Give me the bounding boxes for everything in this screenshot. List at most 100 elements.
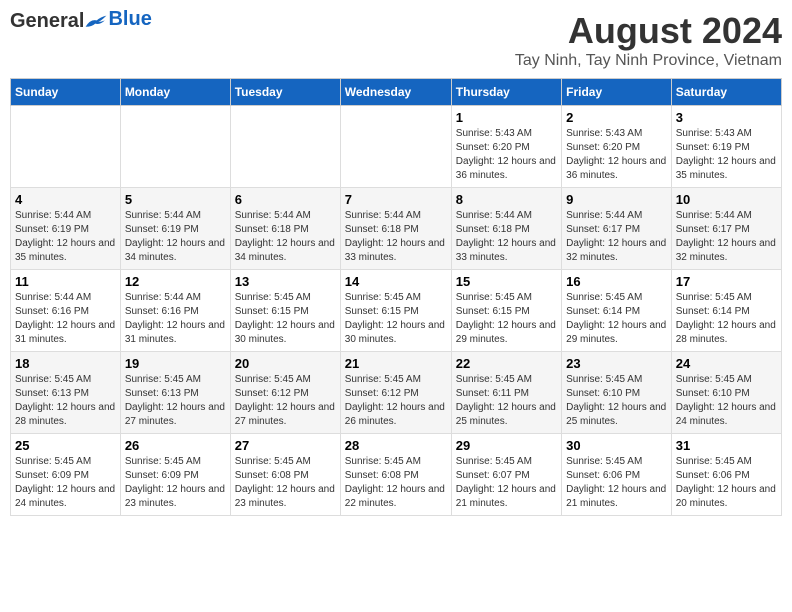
day-number: 13	[235, 274, 336, 289]
day-number: 18	[15, 356, 116, 371]
day-number: 9	[566, 192, 667, 207]
day-info: Sunrise: 5:43 AM Sunset: 6:20 PM Dayligh…	[456, 127, 557, 183]
day-info: Sunrise: 5:45 AM Sunset: 6:09 PM Dayligh…	[125, 455, 226, 511]
day-info: Sunrise: 5:45 AM Sunset: 6:06 PM Dayligh…	[566, 455, 667, 511]
day-info: Sunrise: 5:45 AM Sunset: 6:10 PM Dayligh…	[676, 373, 777, 429]
logo-bird-icon	[84, 12, 108, 32]
day-info: Sunrise: 5:45 AM Sunset: 6:10 PM Dayligh…	[566, 373, 667, 429]
calendar-header-thursday: Thursday	[451, 79, 561, 106]
day-number: 12	[125, 274, 226, 289]
calendar-header-wednesday: Wednesday	[340, 79, 451, 106]
calendar-cell: 11 Sunrise: 5:44 AM Sunset: 6:16 PM Dayli…	[11, 270, 121, 352]
calendar-cell: 2 Sunrise: 5:43 AM Sunset: 6:20 PM Daylig…	[562, 106, 672, 188]
day-number: 1	[456, 110, 557, 125]
day-info: Sunrise: 5:44 AM Sunset: 6:16 PM Dayligh…	[15, 291, 116, 347]
calendar-cell	[230, 106, 340, 188]
calendar-header-sunday: Sunday	[11, 79, 121, 106]
calendar-cell: 12 Sunrise: 5:44 AM Sunset: 6:16 PM Dayli…	[120, 270, 230, 352]
day-info: Sunrise: 5:45 AM Sunset: 6:14 PM Dayligh…	[676, 291, 777, 347]
location-title: Tay Ninh, Tay Ninh Province, Vietnam	[515, 52, 782, 70]
calendar-header-friday: Friday	[562, 79, 672, 106]
day-info: Sunrise: 5:43 AM Sunset: 6:20 PM Dayligh…	[566, 127, 667, 183]
calendar-cell: 23 Sunrise: 5:45 AM Sunset: 6:10 PM Dayli…	[562, 352, 672, 434]
day-number: 26	[125, 438, 226, 453]
day-number: 16	[566, 274, 667, 289]
day-number: 28	[345, 438, 447, 453]
calendar-cell: 31 Sunrise: 5:45 AM Sunset: 6:06 PM Dayli…	[671, 434, 781, 516]
calendar-cell: 4Sunrise: 5:44 AM Sunset: 6:19 PM Daylig…	[11, 188, 121, 270]
day-info: Sunrise: 5:44 AM Sunset: 6:18 PM Dayligh…	[345, 209, 447, 265]
day-info: Sunrise: 5:44 AM Sunset: 6:17 PM Dayligh…	[566, 209, 667, 265]
calendar-cell: 8 Sunrise: 5:44 AM Sunset: 6:18 PM Daylig…	[451, 188, 561, 270]
calendar-cell	[120, 106, 230, 188]
calendar-cell: 5Sunrise: 5:44 AM Sunset: 6:19 PM Daylig…	[120, 188, 230, 270]
day-number: 19	[125, 356, 226, 371]
calendar-cell: 26 Sunrise: 5:45 AM Sunset: 6:09 PM Dayli…	[120, 434, 230, 516]
calendar-cell: 28 Sunrise: 5:45 AM Sunset: 6:08 PM Dayli…	[340, 434, 451, 516]
logo-area: General Blue	[10, 10, 152, 33]
day-info: Sunrise: 5:45 AM Sunset: 6:09 PM Dayligh…	[15, 455, 116, 511]
day-number: 31	[676, 438, 777, 453]
day-number: 21	[345, 356, 447, 371]
calendar-cell: 9 Sunrise: 5:44 AM Sunset: 6:17 PM Daylig…	[562, 188, 672, 270]
calendar-cell: 16 Sunrise: 5:45 AM Sunset: 6:14 PM Dayli…	[562, 270, 672, 352]
day-info: Sunrise: 5:45 AM Sunset: 6:07 PM Dayligh…	[456, 455, 557, 511]
calendar-table: SundayMondayTuesdayWednesdayThursdayFrid…	[10, 78, 782, 516]
day-number: 8	[456, 192, 557, 207]
day-number: 17	[676, 274, 777, 289]
day-info: Sunrise: 5:45 AM Sunset: 6:15 PM Dayligh…	[456, 291, 557, 347]
day-number: 27	[235, 438, 336, 453]
day-info: Sunrise: 5:45 AM Sunset: 6:06 PM Dayligh…	[676, 455, 777, 511]
day-number: 22	[456, 356, 557, 371]
day-info: Sunrise: 5:45 AM Sunset: 6:15 PM Dayligh…	[235, 291, 336, 347]
calendar-cell: 7 Sunrise: 5:44 AM Sunset: 6:18 PM Daylig…	[340, 188, 451, 270]
calendar-cell: 25 Sunrise: 5:45 AM Sunset: 6:09 PM Dayli…	[11, 434, 121, 516]
calendar-cell: 3 Sunrise: 5:43 AM Sunset: 6:19 PM Daylig…	[671, 106, 781, 188]
day-number: 5	[125, 192, 226, 207]
calendar-cell: 10 Sunrise: 5:44 AM Sunset: 6:17 PM Dayli…	[671, 188, 781, 270]
calendar-cell: 22 Sunrise: 5:45 AM Sunset: 6:11 PM Dayli…	[451, 352, 561, 434]
day-info: Sunrise: 5:44 AM Sunset: 6:18 PM Dayligh…	[235, 209, 336, 265]
day-info: Sunrise: 5:45 AM Sunset: 6:13 PM Dayligh…	[125, 373, 226, 429]
logo: General Blue	[10, 10, 152, 33]
calendar-cell: 14Sunrise: 5:45 AM Sunset: 6:15 PM Dayli…	[340, 270, 451, 352]
header-area: General Blue August 2024 Tay Ninh, Tay N…	[10, 10, 782, 70]
calendar-cell	[340, 106, 451, 188]
day-number: 11	[15, 274, 116, 289]
day-number: 20	[235, 356, 336, 371]
calendar-cell: 1 Sunrise: 5:43 AM Sunset: 6:20 PM Daylig…	[451, 106, 561, 188]
calendar-header-monday: Monday	[120, 79, 230, 106]
day-number: 23	[566, 356, 667, 371]
day-info: Sunrise: 5:44 AM Sunset: 6:18 PM Dayligh…	[456, 209, 557, 265]
calendar-header-tuesday: Tuesday	[230, 79, 340, 106]
month-title: August 2024	[515, 10, 782, 52]
calendar-cell: 21 Sunrise: 5:45 AM Sunset: 6:12 PM Dayli…	[340, 352, 451, 434]
calendar-cell: 15 Sunrise: 5:45 AM Sunset: 6:15 PM Dayli…	[451, 270, 561, 352]
calendar-cell: 19 Sunrise: 5:45 AM Sunset: 6:13 PM Dayli…	[120, 352, 230, 434]
day-info: Sunrise: 5:44 AM Sunset: 6:16 PM Dayligh…	[125, 291, 226, 347]
day-info: Sunrise: 5:45 AM Sunset: 6:08 PM Dayligh…	[235, 455, 336, 511]
day-info: Sunrise: 5:45 AM Sunset: 6:13 PM Dayligh…	[15, 373, 116, 429]
day-info: Sunrise: 5:45 AM Sunset: 6:08 PM Dayligh…	[345, 455, 447, 511]
day-number: 10	[676, 192, 777, 207]
day-number: 14	[345, 274, 447, 289]
day-info: Sunrise: 5:44 AM Sunset: 6:17 PM Dayligh…	[676, 209, 777, 265]
day-number: 6	[235, 192, 336, 207]
day-number: 30	[566, 438, 667, 453]
day-info: Sunrise: 5:43 AM Sunset: 6:19 PM Dayligh…	[676, 127, 777, 183]
day-number: 2	[566, 110, 667, 125]
day-info: Sunrise: 5:45 AM Sunset: 6:14 PM Dayligh…	[566, 291, 667, 347]
calendar-cell: 27 Sunrise: 5:45 AM Sunset: 6:08 PM Dayli…	[230, 434, 340, 516]
day-info: Sunrise: 5:45 AM Sunset: 6:12 PM Dayligh…	[345, 373, 447, 429]
day-number: 25	[15, 438, 116, 453]
calendar-cell	[11, 106, 121, 188]
day-info: Sunrise: 5:45 AM Sunset: 6:11 PM Dayligh…	[456, 373, 557, 429]
day-number: 15	[456, 274, 557, 289]
calendar-cell: 20Sunrise: 5:45 AM Sunset: 6:12 PM Dayli…	[230, 352, 340, 434]
day-number: 3	[676, 110, 777, 125]
calendar-cell: 6 Sunrise: 5:44 AM Sunset: 6:18 PM Daylig…	[230, 188, 340, 270]
day-number: 7	[345, 192, 447, 207]
calendar-cell: 17 Sunrise: 5:45 AM Sunset: 6:14 PM Dayli…	[671, 270, 781, 352]
title-area: August 2024 Tay Ninh, Tay Ninh Province,…	[515, 10, 782, 70]
calendar-header-saturday: Saturday	[671, 79, 781, 106]
